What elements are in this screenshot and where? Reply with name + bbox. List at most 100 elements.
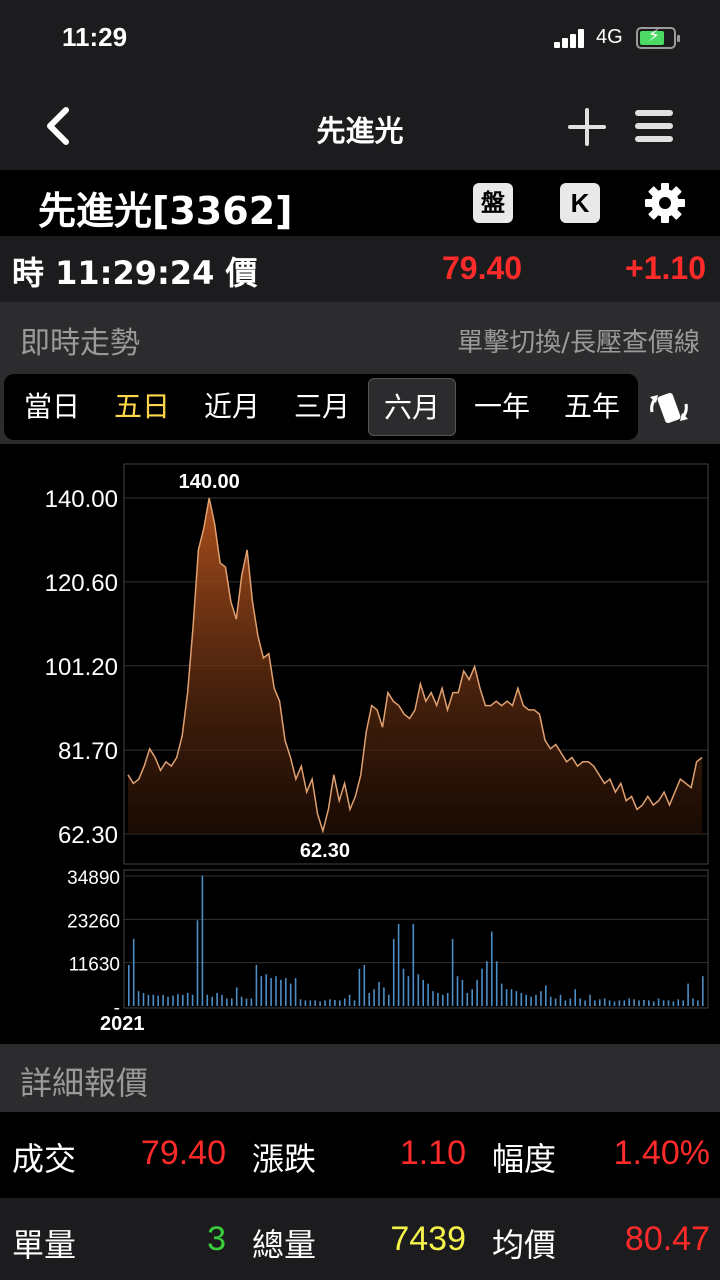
volume-bar: [309, 1000, 312, 1006]
nav-bar: 先進光: [0, 80, 720, 170]
menu-button[interactable]: [634, 108, 674, 144]
volume-bar: [427, 983, 429, 1006]
detail-label-total-volume: 總量: [252, 1226, 317, 1264]
add-button[interactable]: [566, 106, 608, 148]
volume-bar: [461, 979, 464, 1006]
volume-bar: [432, 991, 434, 1006]
section-hint: 單擊切換/長壓查價線: [457, 328, 700, 358]
status-bar: 11:29 4G ⚡: [0, 0, 720, 80]
detail-label-tick-volume: 單量: [12, 1226, 77, 1264]
volume-bar: [172, 995, 174, 1006]
volume-bar: [363, 965, 366, 1006]
volume-bar: [584, 1000, 586, 1006]
volume-bar: [334, 1000, 336, 1006]
volume-bar: [294, 978, 297, 1006]
volume-bar: [505, 989, 508, 1006]
volume-bar: [608, 1000, 611, 1006]
volume-bar: [530, 996, 532, 1006]
detail-value-percent: 1.40%: [613, 1134, 710, 1172]
volume-bar: [672, 1001, 675, 1006]
status-time: 11:29: [62, 22, 128, 52]
volume-bar: [697, 1000, 699, 1006]
signal-icon: [554, 28, 588, 48]
volume-bar: [471, 989, 473, 1006]
volume-bar: [677, 999, 680, 1006]
order-book-button[interactable]: 盤: [473, 183, 513, 223]
range-tab-5[interactable]: 一年: [458, 378, 546, 436]
volume-bar: [657, 998, 660, 1006]
volume-bar: [392, 938, 395, 1006]
volume-bar: [702, 976, 704, 1006]
volume-bar: [353, 1000, 356, 1006]
price-tick-label: 140.00: [45, 486, 118, 513]
range-tab-6[interactable]: 五年: [548, 378, 636, 436]
k-chart-button[interactable]: K: [560, 183, 600, 223]
price-chart[interactable]: 140.00 120.60 101.20 81.70 62.30 140.00 62.30 3…: [0, 444, 720, 1044]
volume-bar: [182, 994, 184, 1006]
volume-bar: [177, 994, 179, 1006]
volume-bar: [383, 987, 385, 1006]
volume-bar: [510, 989, 513, 1006]
page-title: 先進光: [316, 114, 404, 148]
volume-bar: [368, 993, 370, 1006]
volume-bar: [388, 994, 390, 1006]
volume-bar: [304, 1000, 307, 1006]
settings-button[interactable]: [643, 181, 687, 225]
volume-bar: [216, 993, 218, 1006]
volume-bar: [289, 983, 292, 1006]
min-price-label: 62.30: [300, 840, 350, 862]
hamburger-icon: [635, 110, 673, 142]
volume-bar: [373, 989, 375, 1006]
volume-bar: [500, 983, 503, 1006]
volume-bar: [260, 976, 263, 1006]
quote-time: 時 11:29:24 價: [12, 254, 258, 292]
chevron-left-icon: [47, 107, 69, 145]
volume-bar: [594, 1000, 596, 1006]
volume-bar: [618, 1000, 621, 1006]
volume-bar: [412, 924, 415, 1006]
volume-bar: [255, 965, 258, 1006]
volume-bar: [662, 1000, 665, 1006]
detail-label-percent: 幅度: [492, 1140, 557, 1178]
volume-bar: [574, 989, 576, 1006]
detail-value-change: 1.10: [399, 1134, 466, 1172]
year-label: 2021: [100, 1013, 145, 1035]
rotate-button[interactable]: [644, 386, 694, 430]
stock-name: 先進光[3362]: [38, 189, 293, 233]
volume-bar: [285, 978, 287, 1006]
volume-bar: [442, 994, 444, 1006]
volume-bar: [348, 994, 351, 1006]
detail-label-change: 漲跌: [252, 1140, 317, 1178]
volume-bar: [407, 976, 410, 1006]
range-tab-0[interactable]: 當日: [8, 378, 96, 436]
volume-bar: [422, 979, 424, 1006]
realtime-section-header: 即時走勢 單擊切換/長壓查價線: [0, 302, 720, 370]
volume-bar: [265, 974, 267, 1006]
volume-bar: [623, 1000, 626, 1006]
volume-bar: [211, 996, 213, 1006]
volume-bar: [417, 974, 420, 1006]
range-tab-1[interactable]: 五日: [98, 378, 186, 436]
volume-bar: [564, 1000, 567, 1006]
volume-bar: [446, 993, 449, 1006]
back-button[interactable]: [40, 104, 80, 148]
range-tab-3[interactable]: 三月: [278, 378, 366, 436]
volume-bar: [603, 998, 606, 1006]
volume-bar: [402, 968, 405, 1006]
volume-plot-frame: [123, 869, 709, 1009]
price-tick-label: 81.70: [58, 738, 118, 765]
volume-bar: [652, 1001, 655, 1006]
volume-bar: [549, 996, 552, 1006]
volume-bar: [201, 875, 204, 1006]
volume-bar: [137, 991, 140, 1006]
volume-bar: [206, 994, 209, 1006]
volume-bar: [613, 1001, 616, 1006]
detail-section-header: 詳細報價: [0, 1044, 720, 1112]
range-tab-4[interactable]: 六月: [368, 378, 456, 436]
detail-value-total-volume: 7439: [390, 1220, 466, 1258]
volume-bar: [682, 1000, 684, 1006]
volume-bar: [535, 994, 537, 1006]
volume-bar: [157, 995, 159, 1006]
volume-bar: [339, 1000, 341, 1006]
range-tab-2[interactable]: 近月: [188, 378, 276, 436]
